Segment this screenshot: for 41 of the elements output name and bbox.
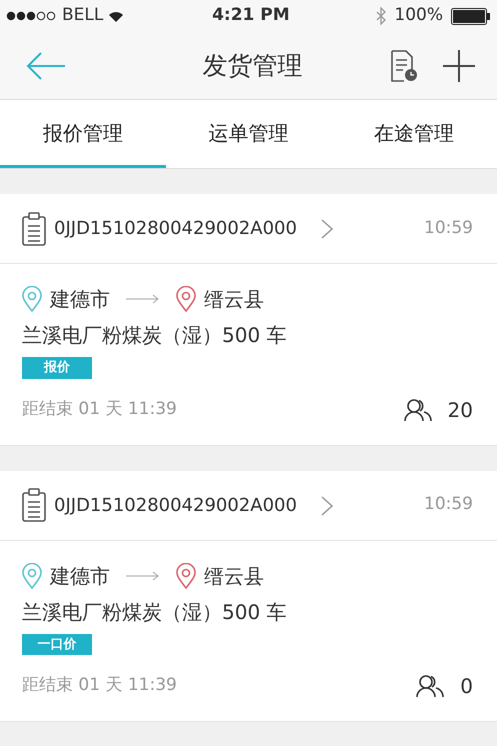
order-number: 0JJD15102800429002A000 (54, 217, 297, 241)
origin-city: 建德市 (50, 286, 110, 313)
order-time: 10:59 (424, 216, 473, 240)
add-button[interactable] (443, 50, 475, 82)
location-pin-icon (176, 562, 196, 588)
arrow-icon (126, 570, 160, 580)
origin-city: 建德市 (50, 562, 110, 590)
price-tag: 一口价 (22, 634, 92, 655)
clipboard-icon (22, 488, 46, 522)
location-pin-icon (22, 286, 42, 312)
order-number: 0JJD15102800429002A000 (54, 494, 297, 518)
wifi-icon (107, 9, 126, 23)
battery-percent: 100% (394, 4, 443, 28)
cargo-description: 兰溪电厂粉煤炭（湿）500 车 (22, 322, 288, 349)
document-clock-button[interactable] (391, 50, 419, 82)
cargo-description: 兰溪电厂粉煤炭（湿）500 车 (22, 598, 288, 626)
back-button[interactable] (26, 50, 66, 80)
people-icon (404, 398, 432, 422)
destination-city: 缙云县 (204, 286, 264, 313)
battery-icon (451, 8, 491, 24)
price-tag: 报价 (22, 357, 92, 378)
countdown-text: 距结束 01 天 11:39 (22, 398, 177, 421)
arrow-icon (126, 294, 160, 304)
location-pin-icon (22, 562, 42, 588)
bidder-count: 20 (448, 396, 473, 424)
signal-icon (6, 11, 58, 21)
order-time: 10:59 (424, 493, 473, 516)
chevron-button[interactable] (320, 216, 333, 240)
bluetooth-icon (376, 7, 386, 25)
page-title: 发货管理 (202, 50, 302, 80)
tab[interactable]: 运单管理 (166, 100, 332, 168)
carrier-name: BELL (62, 4, 104, 28)
bidder-count: 0 (460, 673, 473, 700)
tab[interactable]: 在途管理 (331, 100, 497, 168)
destination-city: 缙云县 (204, 562, 264, 590)
tab[interactable]: 报价管理 (0, 100, 166, 168)
location-pin-icon (176, 286, 196, 312)
clock-time: 4:21 PM (212, 4, 290, 28)
people-icon (416, 674, 444, 698)
clipboard-icon (22, 212, 46, 246)
countdown-text: 距结束 01 天 11:39 (22, 674, 177, 698)
